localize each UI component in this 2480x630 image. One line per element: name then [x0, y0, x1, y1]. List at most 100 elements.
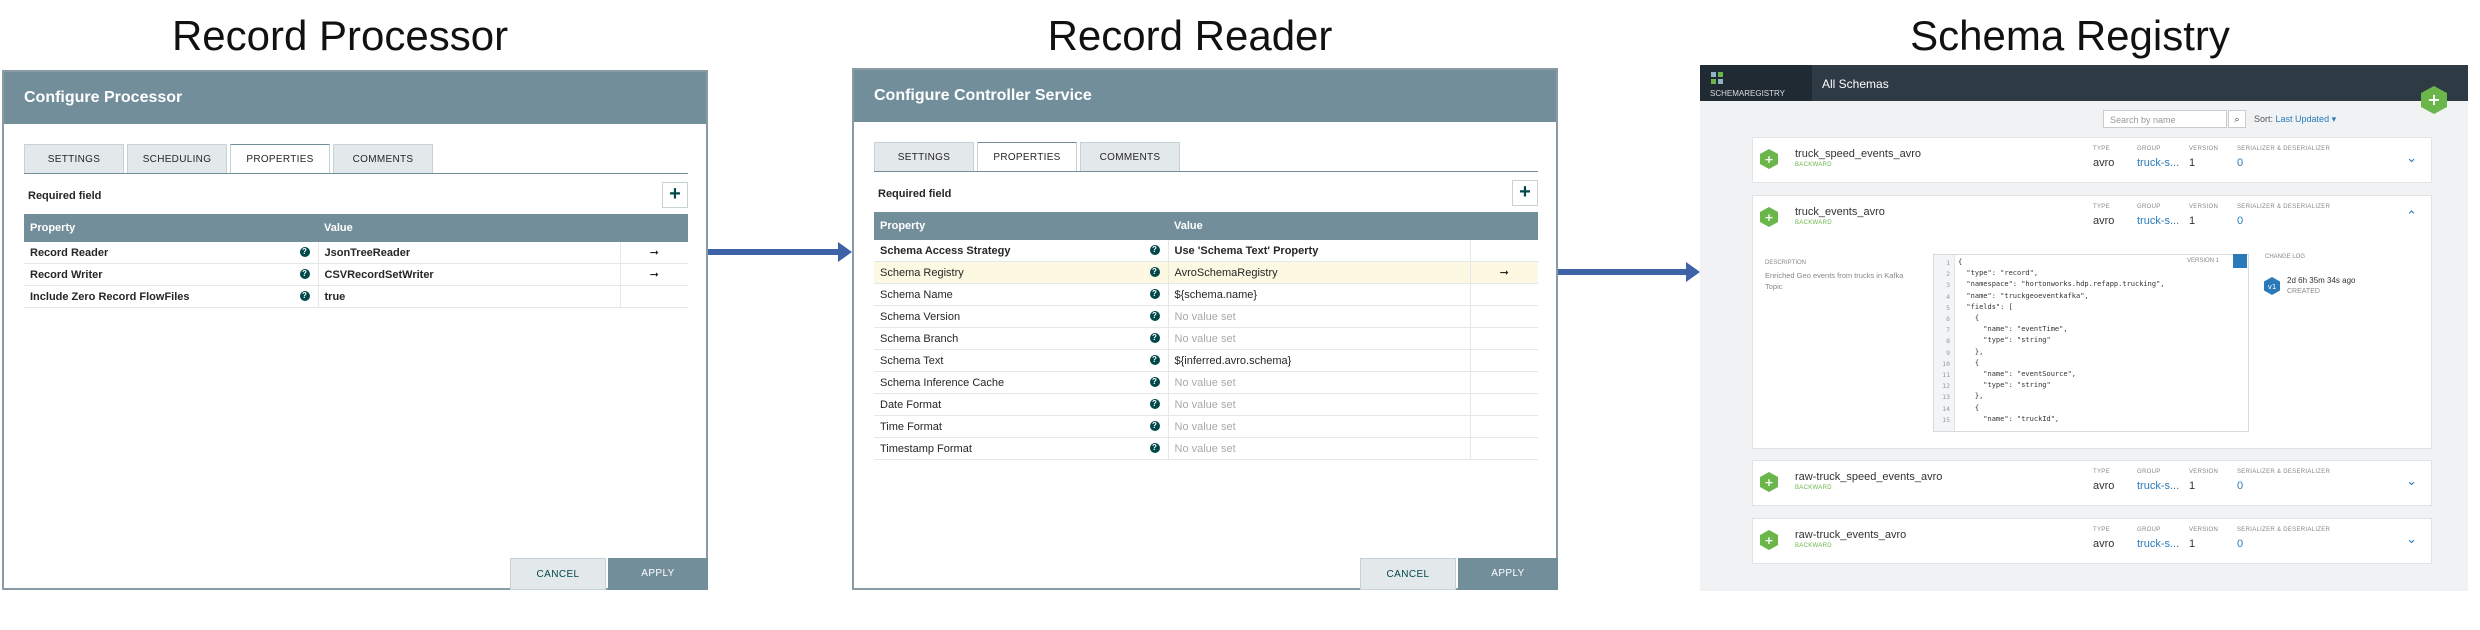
property-value[interactable]: Use 'Schema Text' Property: [1168, 240, 1471, 262]
schema-card[interactable]: + raw-truck_events_avro BACKWARD TYPE avro GR…: [1752, 518, 2432, 564]
help-icon[interactable]: ?: [1149, 377, 1160, 387]
property-value[interactable]: JsonTreeReader: [318, 242, 621, 264]
help-icon[interactable]: ?: [1149, 421, 1160, 431]
serdes-value[interactable]: 0: [2237, 215, 2243, 227]
line-number: 11: [1942, 371, 1950, 379]
search-input[interactable]: Search by name: [2103, 110, 2227, 128]
table-row[interactable]: Schema Branch? No value set: [874, 327, 1538, 350]
property-value[interactable]: No value set: [1168, 305, 1471, 328]
property-value[interactable]: No value set: [1168, 415, 1471, 438]
go-to-service-icon[interactable]: [1470, 305, 1538, 328]
add-property-button[interactable]: +: [662, 182, 688, 208]
tab-scheduling[interactable]: SCHEDULING: [127, 144, 227, 174]
schema-name[interactable]: raw-truck_speed_events_avro: [1795, 471, 1942, 483]
tab-settings[interactable]: SETTINGS: [874, 142, 974, 172]
go-to-service-icon[interactable]: [620, 285, 688, 308]
serdes-value[interactable]: 0: [2237, 480, 2243, 492]
property-value[interactable]: ${schema.name}: [1168, 283, 1471, 306]
table-row[interactable]: Schema Access Strategy? Use 'Schema Text'…: [874, 240, 1538, 262]
schema-text-viewer[interactable]: 1 {2 "type": "record", 3 "namespace": "hor…: [1933, 254, 2249, 432]
help-icon[interactable]: ?: [299, 291, 310, 301]
go-to-service-icon[interactable]: ➞: [620, 263, 688, 286]
brand-block: SCHEMAREGISTRY: [1700, 65, 1812, 101]
sort-control[interactable]: Sort: Last Updated ▾: [2254, 114, 2336, 125]
property-value[interactable]: No value set: [1168, 327, 1471, 350]
help-icon[interactable]: ?: [299, 269, 310, 279]
schema-hexagon-icon: +: [1760, 149, 1778, 169]
help-icon[interactable]: ?: [299, 247, 310, 257]
go-to-service-icon[interactable]: [1470, 240, 1538, 262]
apply-button[interactable]: APPLY: [608, 558, 708, 590]
go-to-service-icon[interactable]: [1470, 415, 1538, 438]
schema-name[interactable]: raw-truck_events_avro: [1795, 529, 1906, 541]
schema-card[interactable]: + truck_speed_events_avro BACKWARD TYPE avro…: [1752, 137, 2432, 183]
cancel-button[interactable]: CANCEL: [510, 558, 606, 590]
tab-comments[interactable]: COMMENTS: [333, 144, 433, 174]
go-to-service-icon[interactable]: [1470, 393, 1538, 416]
table-row[interactable]: Schema Name? ${schema.name}: [874, 283, 1538, 306]
table-row[interactable]: Schema Version? No value set: [874, 305, 1538, 328]
sort-value[interactable]: Last Updated ▾: [2276, 114, 2337, 124]
add-property-button[interactable]: +: [1512, 180, 1538, 206]
go-to-service-icon[interactable]: ➞: [1470, 261, 1538, 284]
chevron-icon[interactable]: ⌄: [2406, 150, 2417, 166]
svg-text:+: +: [2427, 90, 2440, 109]
table-row[interactable]: Record Reader? JsonTreeReader ➞: [24, 242, 688, 264]
chevron-icon[interactable]: ⌄: [2406, 473, 2417, 489]
serdes-value[interactable]: 0: [2237, 157, 2243, 169]
table-row[interactable]: Schema Registry? AvroSchemaRegistry ➞: [874, 261, 1538, 284]
code-line: "fields": [: [1958, 302, 2013, 311]
go-to-service-icon[interactable]: [1470, 327, 1538, 350]
table-row[interactable]: Time Format? No value set: [874, 415, 1538, 438]
cancel-button[interactable]: CANCEL: [1360, 558, 1456, 590]
add-schema-icon[interactable]: +: [2419, 85, 2449, 115]
value-column-header: Value: [318, 214, 620, 242]
tab-settings[interactable]: SETTINGS: [24, 144, 124, 174]
search-icon[interactable]: ⌕: [2228, 110, 2246, 128]
table-row[interactable]: Schema Text? ${inferred.avro.schema}: [874, 349, 1538, 372]
table-row[interactable]: Record Writer? CSVRecordSetWriter ➞: [24, 263, 688, 286]
schema-name[interactable]: truck_speed_events_avro: [1795, 148, 1921, 160]
help-icon[interactable]: ?: [1149, 267, 1160, 277]
tab-comments[interactable]: COMMENTS: [1080, 142, 1180, 172]
help-icon[interactable]: ?: [1149, 333, 1160, 343]
schema-card[interactable]: + raw-truck_speed_events_avro BACKWARD TYPE…: [1752, 460, 2432, 506]
property-value[interactable]: No value set: [1168, 371, 1471, 394]
help-icon[interactable]: ?: [1149, 399, 1160, 409]
help-icon[interactable]: ?: [1149, 443, 1160, 453]
line-number: 4: [1946, 292, 1950, 301]
table-row[interactable]: Include Zero Record FlowFiles? true: [24, 285, 688, 308]
go-to-service-icon[interactable]: [1470, 283, 1538, 306]
property-name: Schema Access Strategy: [880, 244, 1011, 257]
table-row[interactable]: Timestamp Format? No value set: [874, 437, 1538, 460]
top-bar: [1700, 65, 2468, 101]
go-to-service-icon[interactable]: [1470, 437, 1538, 460]
go-to-service-icon[interactable]: ➞: [620, 242, 688, 264]
property-value[interactable]: AvroSchemaRegistry: [1168, 261, 1471, 284]
apply-button[interactable]: APPLY: [1458, 558, 1558, 590]
property-value[interactable]: true: [318, 285, 621, 308]
edit-icon[interactable]: [2233, 254, 2247, 268]
tab-properties[interactable]: PROPERTIES: [977, 142, 1077, 172]
code-line: "type": "string": [1958, 336, 2051, 345]
help-icon[interactable]: ?: [1149, 289, 1160, 299]
property-value[interactable]: CSVRecordSetWriter: [318, 263, 621, 286]
schema-registry-logo-icon: [1711, 72, 1723, 84]
chevron-icon[interactable]: ⌄: [2406, 531, 2417, 547]
chevron-icon[interactable]: ⌃: [2406, 208, 2417, 224]
type-value: avro: [2093, 480, 2115, 492]
schema-name[interactable]: truck_events_avro: [1795, 206, 1885, 218]
go-to-service-icon[interactable]: [1470, 349, 1538, 372]
tab-properties[interactable]: PROPERTIES: [230, 144, 330, 174]
property-value[interactable]: ${inferred.avro.schema}: [1168, 349, 1471, 372]
table-row[interactable]: Date Format? No value set: [874, 393, 1538, 416]
help-icon[interactable]: ?: [1149, 311, 1160, 321]
serdes-value[interactable]: 0: [2237, 538, 2243, 550]
table-row[interactable]: Schema Inference Cache? No value set: [874, 371, 1538, 394]
property-value[interactable]: No value set: [1168, 437, 1471, 460]
property-value[interactable]: No value set: [1168, 393, 1471, 416]
help-icon[interactable]: ?: [1149, 245, 1160, 255]
help-icon[interactable]: ?: [1149, 355, 1160, 365]
go-to-service-icon[interactable]: [1470, 371, 1538, 394]
schema-card[interactable]: + truck_events_avro BACKWARD TYPE avro GROUP t…: [1752, 195, 2432, 449]
